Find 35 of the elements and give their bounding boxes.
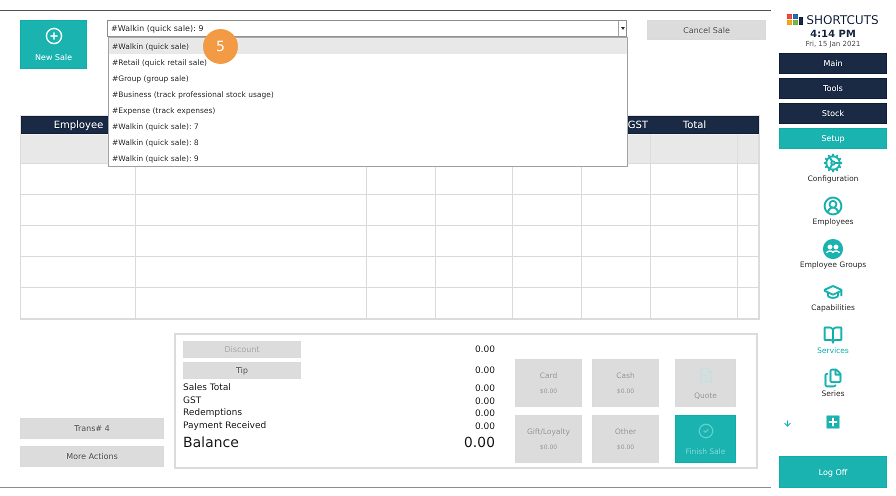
- action-button[interactable]: More Actions: [20, 446, 164, 467]
- plus-icon: [44, 27, 62, 45]
- amount-value: 0.00: [474, 409, 495, 420]
- amount-value: 0.00: [474, 422, 495, 432]
- summary-button[interactable]: Tip: [183, 362, 301, 379]
- setup-icon: [823, 325, 843, 345]
- caret-icon: [620, 27, 624, 30]
- summary-label: Redemptions: [183, 408, 242, 420]
- column-header: Employee: [54, 120, 104, 130]
- column-header: Total: [682, 120, 706, 130]
- amount-value: 0.00: [474, 366, 495, 376]
- clock-time: 4:14 PM: [809, 29, 857, 40]
- column-header: GST: [628, 120, 648, 130]
- amount-value: 0.00: [474, 384, 495, 394]
- nav-button[interactable]: Tools: [779, 78, 887, 99]
- setup-icon: [823, 368, 843, 388]
- setup-icon: [823, 153, 843, 173]
- check-icon: [698, 422, 714, 438]
- balance-value: 0.00: [464, 434, 495, 451]
- nav-button[interactable]: Main: [779, 53, 887, 74]
- group-icon: [823, 239, 843, 259]
- brand-name: SHORTCUTS: [806, 13, 879, 27]
- summary-label: GST: [183, 396, 202, 408]
- down-arrow-icon: [783, 419, 792, 428]
- amount-value: 0.00: [474, 396, 495, 407]
- setup-icon: [823, 282, 843, 302]
- action-button[interactable]: Trans# 4: [20, 418, 164, 439]
- setup-icon: [823, 196, 843, 216]
- nav-button[interactable]: Stock: [779, 103, 887, 124]
- amount-value: 0.00: [474, 344, 495, 354]
- summary-label: Sales Total: [183, 383, 231, 395]
- balance-label: Balance: [183, 434, 239, 452]
- cancel-sale-button[interactable]: Cancel Sale: [647, 20, 766, 40]
- logo-icon: [787, 14, 804, 26]
- summary-label: Payment Received: [183, 421, 266, 433]
